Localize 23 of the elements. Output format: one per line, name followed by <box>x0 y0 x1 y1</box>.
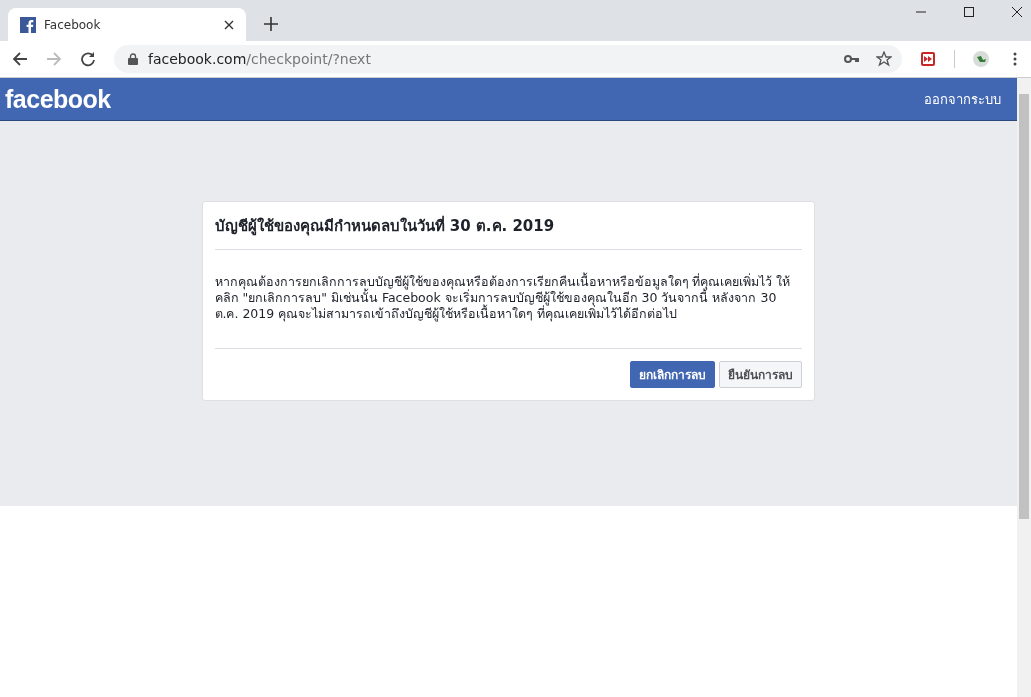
url-host: facebook.com <box>148 51 247 67</box>
dialog-message: หากคุณต้องการยกเลิกการลบบัญชีผู้ใช้ของคุณหรือต้องการเรียกคืนเนื้อหาหรือข้อมูลใดๆ ที่คุณเคยเพิ่มไว้ ให้คลิก "ยกเลิกการลบ" มิเช่นนั้น Facebook จะเริ่มการลบบัญชีผู้ใช้ของคุณในอีก 30 วันจากนี้ หลังจาก 30 ต.ค. 2019 คุณจะไม่สามารถเข้าถึงบัญชีผู้ใช้หรือเนื้อหาใดๆ ที่คุณเคยเพิ่มไว้ได้อีกต่อไป <box>214 271 792 324</box>
lock-icon <box>128 53 138 65</box>
reload-icon[interactable] <box>80 51 96 67</box>
star-icon[interactable] <box>876 51 892 67</box>
cancel-deletion-button[interactable]: ยกเลิกการลบ <box>629 361 715 388</box>
extension-icon[interactable] <box>920 51 936 67</box>
profile-avatar-icon[interactable] <box>973 51 989 67</box>
maximize-icon[interactable] <box>963 6 975 18</box>
confirm-deletion-button[interactable]: ยืนยันการลบ <box>718 361 802 388</box>
tab-title: Facebook <box>44 17 102 32</box>
address-bar[interactable]: facebook.com/checkpoint/?next <box>114 45 902 73</box>
logout-link[interactable]: ออกจากระบบ <box>924 88 1001 110</box>
close-icon[interactable] <box>1011 6 1023 18</box>
facebook-icon <box>20 16 36 33</box>
browser-tab[interactable]: Facebook <box>8 8 246 41</box>
url-path: /checkpoint/?next <box>246 51 371 67</box>
facebook-logo[interactable]: facebook <box>5 84 111 114</box>
dialog-title: บัญชีผู้ใช้ของคุณมีกำหนดลบในวันที่ 30 ต.ค. 2019 <box>214 214 556 238</box>
scrollbar[interactable] <box>1017 78 1031 697</box>
close-icon[interactable] <box>224 19 234 30</box>
new-tab-icon[interactable] <box>264 17 278 31</box>
back-icon[interactable] <box>12 51 28 67</box>
